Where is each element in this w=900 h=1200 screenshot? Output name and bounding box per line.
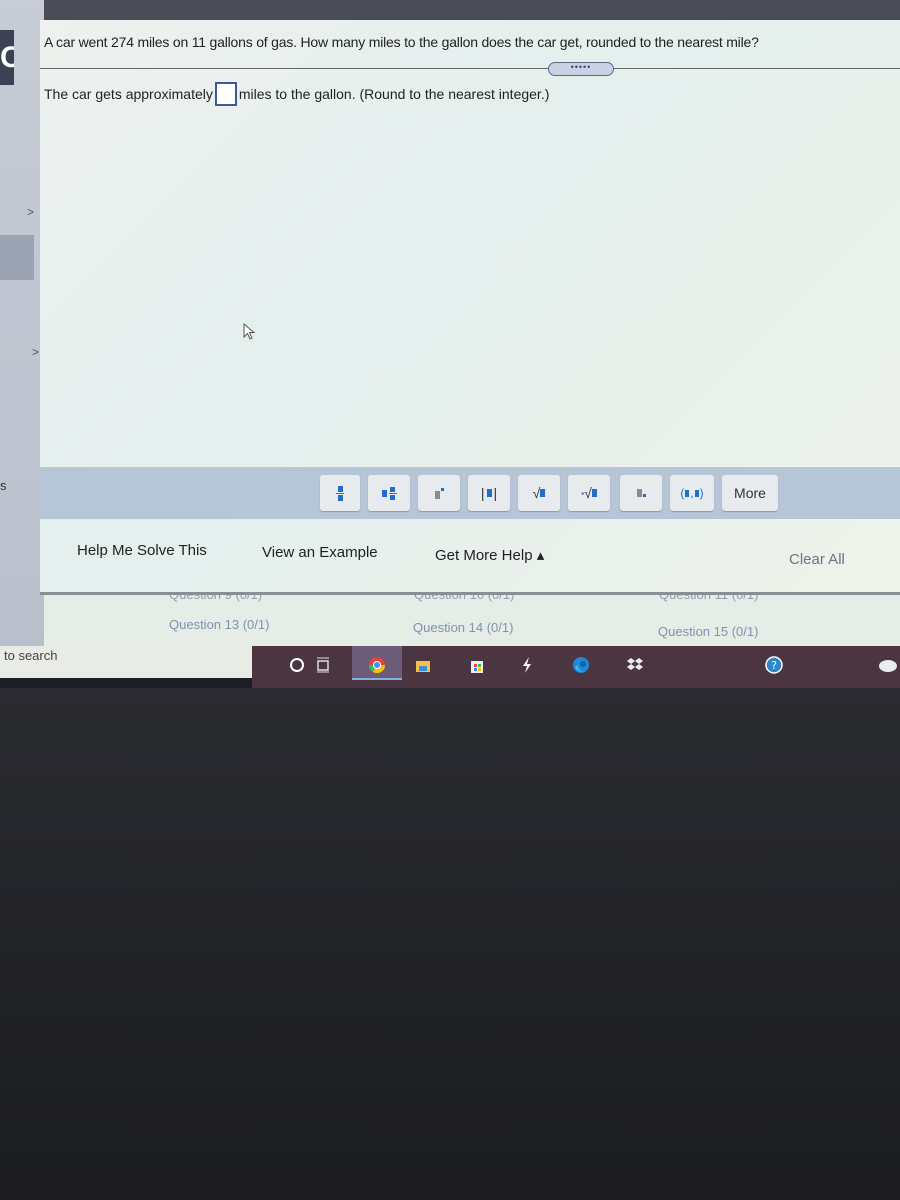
chevron-right-icon[interactable]: > bbox=[32, 345, 39, 359]
question-list-item[interactable]: Question 14 (0/1) bbox=[413, 620, 513, 635]
screen-bezel bbox=[0, 688, 900, 1200]
ordered-pair-button[interactable]: (,) bbox=[670, 475, 714, 511]
subscript-button[interactable] bbox=[620, 475, 662, 511]
view-example-link[interactable]: View an Example bbox=[262, 544, 378, 561]
square-root-button[interactable]: √ bbox=[518, 475, 560, 511]
expand-button[interactable]: ••••• bbox=[548, 62, 614, 76]
more-button[interactable]: More bbox=[722, 475, 778, 511]
help-me-solve-link[interactable]: Help Me Solve This bbox=[77, 542, 207, 559]
bolt-icon[interactable] bbox=[518, 656, 536, 674]
math-toolbar: | | √ ▪ √ (,) More bbox=[40, 467, 900, 519]
fraction-button[interactable] bbox=[320, 475, 360, 511]
taskbar-search-text: to search bbox=[4, 648, 58, 663]
square-root-icon: √ bbox=[533, 485, 546, 501]
fraction-icon bbox=[336, 485, 344, 501]
divider bbox=[40, 68, 900, 69]
app-logo-icon: C bbox=[0, 30, 14, 85]
mixed-number-button[interactable] bbox=[368, 475, 410, 511]
left-sidebar: C > > s bbox=[0, 0, 44, 650]
chrome-icon[interactable] bbox=[368, 656, 386, 674]
subscript-icon bbox=[636, 489, 646, 497]
absolute-value-button[interactable]: | | bbox=[468, 475, 510, 511]
screen-top-bar bbox=[0, 0, 900, 22]
sidebar-selected-band[interactable] bbox=[0, 235, 34, 280]
dropbox-icon[interactable] bbox=[626, 656, 644, 674]
question-list-item[interactable]: Question 13 (0/1) bbox=[169, 617, 269, 632]
sidebar-edge-text: s bbox=[0, 478, 7, 493]
answer-suffix: miles to the gallon. (Round to the neare… bbox=[238, 86, 550, 102]
ordered-pair-icon: (,) bbox=[680, 486, 704, 500]
nth-root-button[interactable]: ▪ √ bbox=[568, 475, 610, 511]
answer-row: The car gets approximately miles to the … bbox=[44, 82, 549, 106]
edge-icon[interactable] bbox=[572, 656, 590, 674]
absolute-value-icon: | | bbox=[480, 485, 498, 501]
question-list-item[interactable]: Question 10 (0/1) bbox=[414, 595, 514, 602]
store-icon[interactable] bbox=[468, 656, 486, 674]
mouse-cursor-icon bbox=[243, 323, 256, 340]
question-list: Question 9 (0/1) Question 10 (0/1) Quest… bbox=[44, 595, 900, 650]
chevron-right-icon[interactable]: > bbox=[27, 205, 34, 219]
question-panel: A car went 274 miles on 11 gallons of ga… bbox=[40, 20, 900, 595]
question-prompt: A car went 274 miles on 11 gallons of ga… bbox=[44, 34, 759, 50]
cortana-icon[interactable] bbox=[288, 656, 306, 674]
get-more-help-link[interactable]: Get More Help ▴ bbox=[435, 546, 544, 564]
question-list-item[interactable]: Question 15 (0/1) bbox=[658, 624, 758, 639]
answer-input[interactable] bbox=[214, 82, 237, 106]
exponent-icon bbox=[434, 487, 444, 499]
onedrive-icon[interactable] bbox=[876, 656, 898, 674]
exponent-button[interactable] bbox=[418, 475, 460, 511]
answer-prefix: The car gets approximately bbox=[44, 86, 213, 102]
question-list-item[interactable]: Question 9 (0/1) bbox=[169, 595, 262, 602]
question-list-item[interactable]: Question 11 (0/1) bbox=[659, 595, 758, 602]
nth-root-icon: ▪ √ bbox=[581, 485, 597, 501]
svg-text:?: ? bbox=[771, 659, 777, 672]
help-icon[interactable]: ? bbox=[765, 656, 783, 674]
clear-all-button[interactable]: Clear All bbox=[789, 551, 845, 568]
mixed-number-icon bbox=[381, 486, 397, 500]
file-explorer-icon[interactable] bbox=[414, 656, 432, 674]
task-view-icon[interactable] bbox=[314, 656, 332, 674]
